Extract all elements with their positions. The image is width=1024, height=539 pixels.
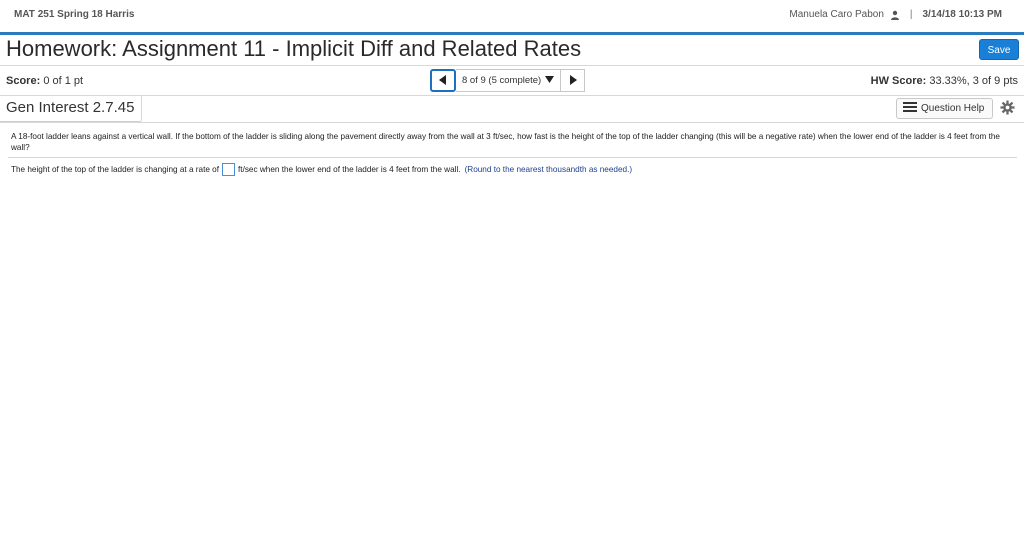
save-button[interactable]: Save xyxy=(979,39,1019,60)
score-label: Score: xyxy=(6,75,41,87)
header-accent-rule xyxy=(0,32,1024,35)
hw-score-value: 33.33%, 3 of 9 pts xyxy=(929,75,1018,87)
question-text: A 18-foot ladder leans against a vertica… xyxy=(11,132,1000,152)
homework-title: Homework: Assignment 11 - Implicit Diff … xyxy=(6,36,582,61)
question-selector-dropdown[interactable]: 8 of 9 (5 complete) xyxy=(456,69,562,92)
top-bar: MAT 251 Spring 18 Harris Manuela Caro Pa… xyxy=(0,0,1024,32)
gear-icon[interactable] xyxy=(1000,100,1015,115)
divider xyxy=(0,65,1024,66)
section-divider xyxy=(141,96,142,121)
score: Score: 0 of 1 pt xyxy=(6,75,83,87)
date-time: 3/14/18 10:13 PM xyxy=(922,9,1003,20)
arrow-left-icon xyxy=(439,72,447,90)
question-position: 8 of 9 (5 complete) xyxy=(462,75,542,86)
user-area: Manuela Caro Pabon | 3/14/18 10:13 PM xyxy=(789,9,1002,20)
rounding-hint: (Round to the nearest thousandth as need… xyxy=(464,165,633,174)
divider xyxy=(0,122,1024,123)
question-help-button[interactable]: Question Help xyxy=(896,98,993,119)
list-icon xyxy=(903,102,917,115)
question-help-label: Question Help xyxy=(921,103,985,114)
course-name: MAT 251 Spring 18 Harris xyxy=(14,9,135,20)
answer-line: The height of the top of the ladder is c… xyxy=(11,163,632,176)
previous-question-button[interactable] xyxy=(430,69,456,92)
next-question-button[interactable] xyxy=(561,69,586,92)
user-icon[interactable] xyxy=(890,10,900,20)
header-separator: | xyxy=(909,9,913,20)
hw-score-label: HW Score: xyxy=(870,75,927,87)
hw-score: HW Score: 33.33%, 3 of 9 pts xyxy=(871,75,1018,87)
caret-down-icon xyxy=(545,75,555,86)
answer-input[interactable] xyxy=(222,163,236,176)
score-value: 0 of 1 pt xyxy=(43,75,84,87)
arrow-right-icon xyxy=(569,72,577,90)
user-name[interactable]: Manuela Caro Pabon xyxy=(789,9,884,20)
question-divider xyxy=(8,157,1017,158)
divider xyxy=(0,95,1024,96)
question-navigator: 8 of 9 (5 complete) xyxy=(430,69,586,92)
answer-prefix: The height of the top of the ladder is c… xyxy=(11,165,220,174)
answer-suffix: ft/sec when the lower end of the ladder … xyxy=(238,165,461,174)
section-title: Gen Interest 2.7.45 xyxy=(6,99,135,116)
